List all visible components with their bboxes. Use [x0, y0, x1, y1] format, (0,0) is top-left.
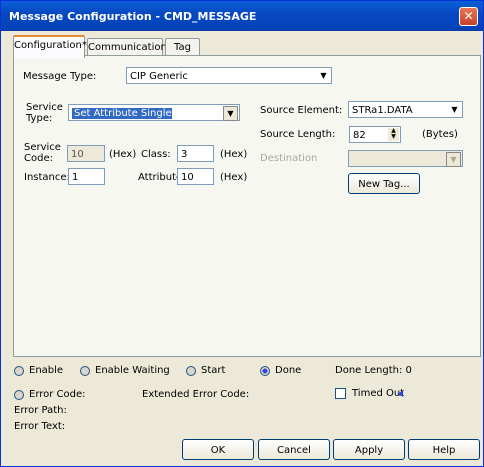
chevron-down-icon[interactable]: ▼: [317, 69, 330, 82]
message-configuration-window: Message Configuration - CMD_MESSAGE ✕ Co…: [0, 0, 484, 467]
ok-button[interactable]: OK: [182, 439, 254, 460]
enable-waiting-label: Enable Waiting: [95, 365, 170, 376]
help-button[interactable]: Help: [408, 439, 480, 460]
extended-error-code-label: Extended Error Code:: [142, 389, 250, 400]
new-tag-button[interactable]: New Tag...: [348, 173, 420, 194]
cancel-button[interactable]: Cancel: [258, 439, 330, 460]
error-code-label: Error Code:: [29, 389, 86, 400]
enable-label: Enable: [29, 365, 64, 376]
close-icon[interactable]: ✕: [459, 7, 478, 26]
source-element-value: STRa1.DATA: [352, 105, 413, 116]
service-code-label-2: Code:: [24, 153, 53, 164]
tab-communication[interactable]: Communication: [87, 38, 167, 56]
instance-field[interactable]: 1: [68, 168, 105, 185]
source-element-label: Source Element:: [260, 105, 343, 116]
chevron-down-icon[interactable]: ▼: [223, 106, 238, 121]
hex-label: (Hex): [220, 149, 248, 160]
service-type-label-2: Type:: [26, 113, 53, 124]
destination-select: ▼: [348, 150, 463, 167]
spin-arrows-icon[interactable]: ▲ ▼: [388, 128, 399, 141]
timed-out-checkbox: [335, 388, 346, 399]
service-type-label: Service: [26, 102, 63, 113]
destination-label: Destination: [260, 153, 318, 164]
source-element-select[interactable]: STRa1.DATA ▼: [348, 101, 463, 118]
enable-indicator: [14, 366, 24, 376]
error-path-label: Error Path:: [14, 405, 67, 416]
enable-waiting-indicator: [80, 366, 90, 376]
cursor-icon: ◂: [397, 386, 404, 400]
source-length-label: Source Length:: [260, 129, 336, 140]
class-label: Class:: [141, 149, 171, 160]
hex-label: (Hex): [109, 149, 137, 160]
instance-label: Instance:: [24, 172, 70, 183]
title-bar[interactable]: Message Configuration - CMD_MESSAGE ✕: [1, 1, 483, 31]
message-type-label: Message Type:: [23, 71, 97, 82]
service-code-field: 10: [67, 145, 105, 162]
source-length-stepper[interactable]: 82 ▲ ▼: [349, 126, 401, 143]
hex-label: (Hex): [220, 172, 248, 183]
tab-configuration[interactable]: Configuration*: [13, 35, 87, 58]
class-field[interactable]: 3: [177, 145, 214, 162]
service-type-select[interactable]: Set Attribute Single ▼: [68, 104, 240, 121]
service-type-value: Set Attribute Single: [72, 108, 172, 119]
window-title: Message Configuration - CMD_MESSAGE: [9, 10, 257, 23]
error-code-indicator: [14, 390, 24, 400]
message-type-select[interactable]: CIP Generic ▼: [126, 67, 332, 84]
start-label: Start: [201, 365, 226, 376]
start-indicator: [186, 366, 196, 376]
error-text-label: Error Text:: [14, 421, 66, 432]
message-type-value: CIP Generic: [130, 71, 188, 82]
apply-button[interactable]: Apply: [333, 439, 405, 460]
bytes-label: (Bytes): [422, 129, 458, 140]
chevron-down-icon: ▼: [446, 152, 461, 167]
service-code-label: Service: [24, 142, 61, 153]
source-length-value: 82: [353, 130, 366, 141]
chevron-down-icon[interactable]: ▼: [448, 103, 461, 116]
tab-tag[interactable]: Tag: [165, 38, 200, 56]
attribute-field[interactable]: 10: [177, 168, 214, 185]
done-label: Done: [275, 365, 302, 376]
done-indicator: [260, 366, 270, 376]
done-length: Done Length: 0: [335, 365, 412, 376]
